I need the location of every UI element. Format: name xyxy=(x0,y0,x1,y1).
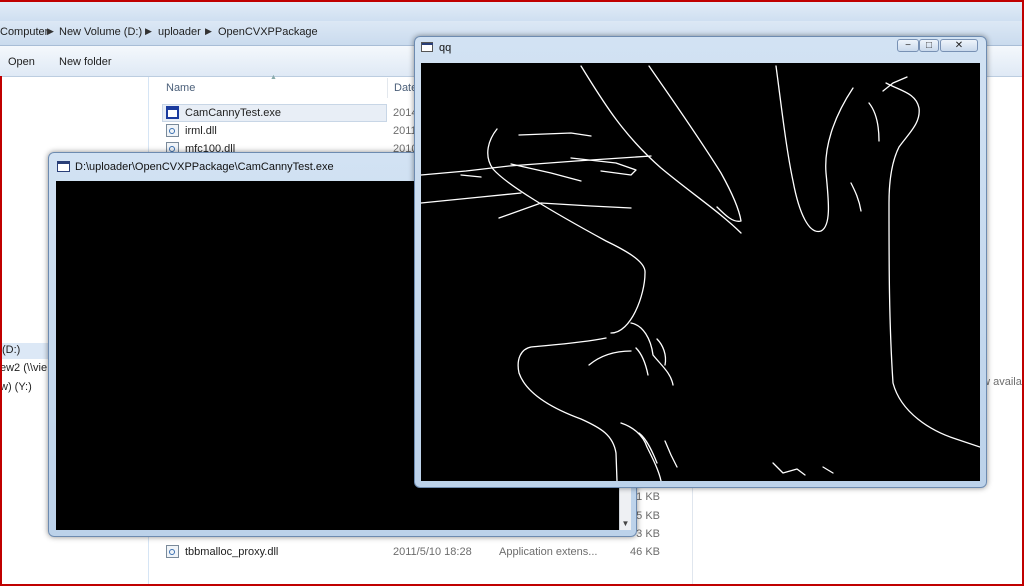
breadcrumb-new-volume[interactable]: New Volume (D:) xyxy=(59,26,142,38)
new-folder-button[interactable]: New folder xyxy=(59,56,112,68)
qq-window-icon xyxy=(421,42,433,52)
file-type: Application extens... xyxy=(499,546,598,558)
sort-arrow-icon: ▲ xyxy=(270,74,277,81)
close-button[interactable]: ✕ xyxy=(940,39,978,52)
nav-item-y-drive[interactable]: w) (Y:) xyxy=(0,381,32,393)
column-header-name[interactable]: Name xyxy=(166,82,195,94)
preview-pane-divider[interactable] xyxy=(692,486,693,586)
hand-edge-outline-icon xyxy=(421,65,980,481)
minimize-button[interactable]: − xyxy=(897,39,919,52)
maximize-button[interactable]: □ xyxy=(919,39,939,52)
console-window-title: D:\uploader\OpenCVXPPackage\CamCannyTest… xyxy=(75,161,334,173)
nav-item-network-drive[interactable]: ew2 (\\vie xyxy=(0,362,47,374)
breadcrumb-separator-icon[interactable]: ▶ xyxy=(47,26,54,37)
column-divider[interactable] xyxy=(387,78,388,98)
scroll-down-arrow-icon[interactable]: ▼ xyxy=(620,519,631,528)
file-date: 2011/5/10 18:28 xyxy=(393,546,472,558)
file-name[interactable]: irml.dll xyxy=(185,125,217,137)
console-icon xyxy=(57,161,70,172)
dll-icon xyxy=(166,124,179,137)
qq-window-title: qq xyxy=(439,42,452,54)
breadcrumb-separator-icon[interactable]: ▶ xyxy=(205,26,212,37)
breadcrumb-uploader[interactable]: uploader xyxy=(158,26,201,38)
file-name[interactable]: CamCannyTest.exe xyxy=(185,107,281,119)
qq-image-window[interactable]: qq − □ ✕ xyxy=(414,36,987,488)
breadcrumb-computer[interactable]: Computer xyxy=(0,26,48,38)
file-size: 46 KB xyxy=(630,546,660,558)
canny-edge-image[interactable] xyxy=(421,63,980,481)
nav-item-d-drive[interactable]: (D:) xyxy=(2,344,20,356)
explorer-title-bar xyxy=(0,2,1024,21)
dll-icon xyxy=(166,545,179,558)
open-button[interactable]: Open xyxy=(8,56,35,68)
red-border-left xyxy=(0,76,2,586)
breadcrumb-opencvxppackage[interactable]: OpenCVXPPackage xyxy=(218,26,318,38)
file-name[interactable]: tbbmalloc_proxy.dll xyxy=(185,546,278,558)
red-border-top xyxy=(0,0,1024,2)
exe-icon xyxy=(166,106,179,119)
breadcrumb-separator-icon[interactable]: ▶ xyxy=(145,26,152,37)
